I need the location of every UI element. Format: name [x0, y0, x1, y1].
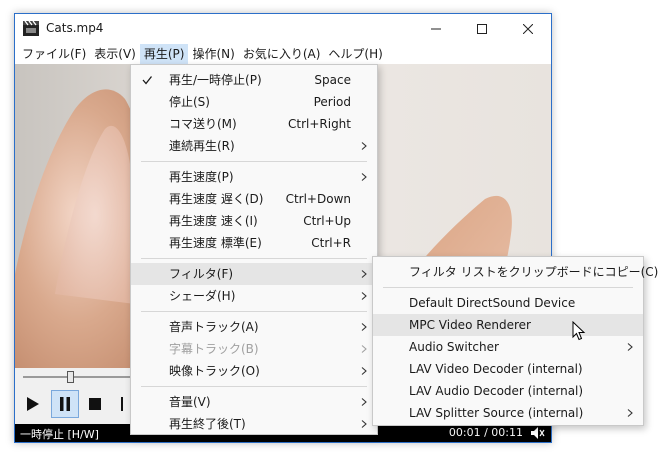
menu-file[interactable]: ファイル(F)	[15, 44, 90, 64]
menu-item-rate-normal[interactable]: 再生速度 標準(E) Ctrl+R	[131, 232, 377, 254]
menu-item-after-playback[interactable]: 再生終了後(T)	[131, 413, 377, 435]
menu-item-rate-faster[interactable]: 再生速度 速く(I) Ctrl+Up	[131, 210, 377, 232]
playback-status: 一時停止 [H/W]	[20, 428, 99, 441]
menu-item-subtitle-track: 字幕トラック(B)	[131, 338, 377, 360]
skip-back-icon	[121, 397, 123, 411]
stop-icon	[89, 398, 101, 410]
chevron-right-icon	[361, 285, 367, 314]
menu-favorites[interactable]: お気に入り(A)	[239, 44, 325, 64]
pause-icon	[60, 397, 70, 411]
menu-item-play-pause[interactable]: 再生/一時停止(P) Space	[131, 69, 377, 91]
close-button[interactable]	[505, 14, 551, 44]
menu-item-audio-track[interactable]: 音声トラック(A)	[131, 316, 377, 338]
play-icon	[27, 397, 39, 411]
menu-item-lav-video-decoder[interactable]: LAV Video Decoder (internal)	[373, 358, 643, 380]
chevron-right-icon	[361, 135, 367, 164]
chevron-right-icon	[627, 402, 633, 431]
menu-separator	[141, 311, 367, 312]
audio-level-icon	[531, 427, 545, 439]
stop-button[interactable]	[81, 390, 109, 418]
menu-item-repeat[interactable]: 連続再生(R)	[131, 135, 377, 157]
menu-navigate[interactable]: 操作(N)	[188, 44, 238, 64]
play-menu: 再生/一時停止(P) Space 停止(S) Period コマ送り(M) Ct…	[130, 64, 378, 435]
minimize-button[interactable]	[413, 14, 459, 44]
time-display: 00:01 / 00:11	[448, 426, 523, 439]
play-button[interactable]	[19, 390, 47, 418]
app-icon	[23, 21, 39, 36]
menu-item-frame-step[interactable]: コマ送り(M) Ctrl+Right	[131, 113, 377, 135]
menu-separator	[141, 161, 367, 162]
menu-separator	[383, 287, 633, 288]
close-icon	[523, 24, 533, 34]
mouse-cursor-icon	[572, 321, 586, 341]
menu-item-copy-filter-list[interactable]: フィルタ リストをクリップボードにコピー(C)	[373, 261, 658, 283]
menu-item-mpc-video-renderer[interactable]: MPC Video Renderer	[373, 314, 643, 336]
minimize-icon	[431, 28, 441, 30]
menu-item-directsound-device[interactable]: Default DirectSound Device	[373, 292, 643, 314]
menu-item-filters[interactable]: フィルタ(F)	[131, 263, 377, 285]
chevron-right-icon	[361, 360, 367, 389]
menu-item-shaders[interactable]: シェーダ(H)	[131, 285, 377, 307]
window-title: Cats.mp4	[46, 21, 104, 35]
maximize-icon	[477, 24, 487, 34]
menu-item-lav-audio-decoder[interactable]: LAV Audio Decoder (internal)	[373, 380, 643, 402]
menu-item-audio-switcher[interactable]: Audio Switcher	[373, 336, 643, 358]
menu-item-rate-slower[interactable]: 再生速度 遅く(D) Ctrl+Down	[131, 188, 377, 210]
menu-item-volume[interactable]: 音量(V)	[131, 391, 377, 413]
seek-thumb[interactable]	[67, 371, 74, 383]
menu-separator	[141, 386, 367, 387]
pause-button[interactable]	[51, 390, 79, 418]
menu-help[interactable]: ヘルプ(H)	[324, 44, 386, 64]
menu-item-video-track[interactable]: 映像トラック(O)	[131, 360, 377, 382]
menu-item-playback-rate[interactable]: 再生速度(P)	[131, 166, 377, 188]
menu-separator	[141, 258, 367, 259]
title-bar[interactable]: Cats.mp4	[15, 14, 551, 44]
menu-item-lav-splitter-source[interactable]: LAV Splitter Source (internal)	[373, 402, 643, 424]
chevron-right-icon	[361, 413, 367, 442]
maximize-button[interactable]	[459, 14, 505, 44]
menu-item-stop[interactable]: 停止(S) Period	[131, 91, 377, 113]
menu-view[interactable]: 表示(V)	[90, 44, 140, 64]
filter-submenu: フィルタ リストをクリップボードにコピー(C) Default DirectSo…	[372, 256, 658, 426]
menu-play[interactable]: 再生(P)	[139, 44, 189, 64]
menu-bar: ファイル(F) 表示(V) 再生(P) 操作(N) お気に入り(A) ヘルプ(H…	[15, 44, 551, 64]
